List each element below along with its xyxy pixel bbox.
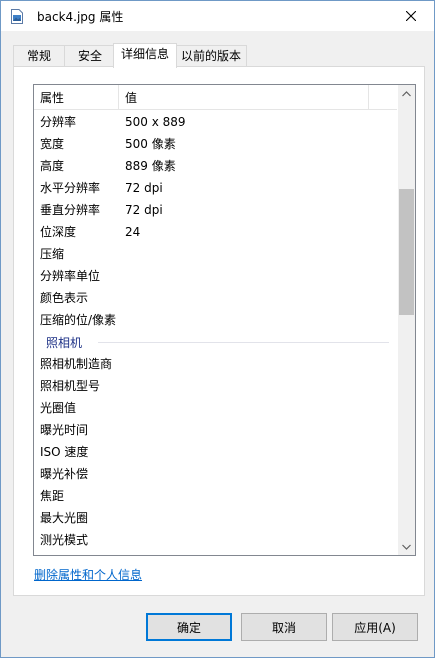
property-name: 垂直分辨率 [40,203,101,217]
scroll-thumb[interactable] [399,189,414,315]
column-divider[interactable] [118,85,119,109]
table-row[interactable]: 照相机制造商 [34,353,397,375]
property-value: 500 x 889 [125,115,186,129]
property-name: 颜色表示 [40,291,89,305]
property-name: ISO 速度 [40,445,89,459]
tab-security[interactable]: 安全 [64,45,116,67]
column-header-value[interactable]: 值 [125,89,137,106]
property-name: 光圈值 [40,401,77,415]
property-name: 焦距 [40,489,65,503]
tab-general[interactable]: 常规 [13,45,65,67]
property-value: 72 dpi [125,203,163,217]
property-name: 压缩 [40,247,65,261]
chevron-up-icon [402,90,411,96]
apply-button[interactable]: 应用(A) [332,613,418,641]
tab-details[interactable]: 详细信息 [113,43,177,68]
chevron-down-icon [402,544,411,550]
close-icon [406,11,416,21]
property-name: 压缩的位/像素 [40,313,117,327]
column-header-property[interactable]: 属性 [40,89,64,106]
table-row[interactable]: 颜色表示 [34,287,397,309]
scroll-up-button[interactable] [398,85,415,102]
scroll-down-button[interactable] [398,538,415,555]
property-value: 72 dpi [125,181,163,195]
table-row[interactable]: 曝光补偿 [34,463,397,485]
window-title: back4.jpg 属性 [37,10,124,24]
property-name: 曝光时间 [40,423,89,437]
table-row[interactable]: ISO 速度 [34,441,397,463]
rows-container: 分辨率 500 x 889 宽度 500 像素 高度 889 像素 水平分辨率 72 d… [34,111,397,551]
cancel-button[interactable]: 取消 [241,613,327,641]
vertical-scrollbar[interactable] [398,85,415,555]
table-row[interactable]: 最大光圈 [34,507,397,529]
group-title: 照相机 [46,336,83,350]
table-row[interactable]: 曝光时间 [34,419,397,441]
property-list[interactable]: 属性 值 分辨率 500 x 889 宽度 500 像素 高度 889 像素 水平分辨… [33,84,416,556]
table-row[interactable]: 分辨率 500 x 889 [34,111,397,133]
table-row[interactable]: 焦距 [34,485,397,507]
table-row[interactable]: 压缩的位/像素 [34,309,397,331]
property-name: 高度 [40,159,65,173]
table-row[interactable]: 宽度 500 像素 [34,133,397,155]
property-name: 水平分辨率 [40,181,101,195]
close-button[interactable] [388,1,434,31]
table-row[interactable]: 高度 889 像素 [34,155,397,177]
table-row[interactable]: 水平分辨率 72 dpi [34,177,397,199]
tab-previous-versions[interactable]: 以前的版本 [175,45,247,67]
property-value: 500 像素 [125,137,176,151]
group-divider [98,342,389,343]
table-row[interactable]: 垂直分辨率 72 dpi [34,199,397,221]
table-row[interactable]: 测光模式 [34,529,397,551]
property-name: 宽度 [40,137,65,151]
property-name: 位深度 [40,225,77,239]
list-header: 属性 值 [34,85,397,110]
details-panel: 属性 值 分辨率 500 x 889 宽度 500 像素 高度 889 像素 水平分辨… [13,66,425,596]
group-header-camera: 照相机 [34,331,397,353]
property-name: 最大光圈 [40,511,89,525]
property-name: 分辨率单位 [40,269,101,283]
property-value: 889 像素 [125,159,176,173]
property-name: 照相机型号 [40,379,101,393]
table-row[interactable]: 位深度 24 [34,221,397,243]
property-name: 曝光补偿 [40,467,89,481]
property-name: 分辨率 [40,115,77,129]
property-value: 24 [125,225,141,239]
ok-button[interactable]: 确定 [146,613,232,641]
table-row[interactable]: 分辨率单位 [34,265,397,287]
property-name: 照相机制造商 [40,357,113,371]
table-row[interactable]: 光圈值 [34,397,397,419]
column-divider[interactable] [368,85,369,109]
property-name: 测光模式 [40,533,89,547]
image-file-icon [11,9,23,24]
table-row[interactable]: 压缩 [34,243,397,265]
remove-properties-link[interactable]: 删除属性和个人信息 [34,566,142,583]
properties-window: back4.jpg 属性 常规 安全 详细信息 以前的版本 属性 值 分辨率 50… [0,0,435,658]
title-bar: back4.jpg 属性 [1,1,434,31]
table-row[interactable]: 照相机型号 [34,375,397,397]
